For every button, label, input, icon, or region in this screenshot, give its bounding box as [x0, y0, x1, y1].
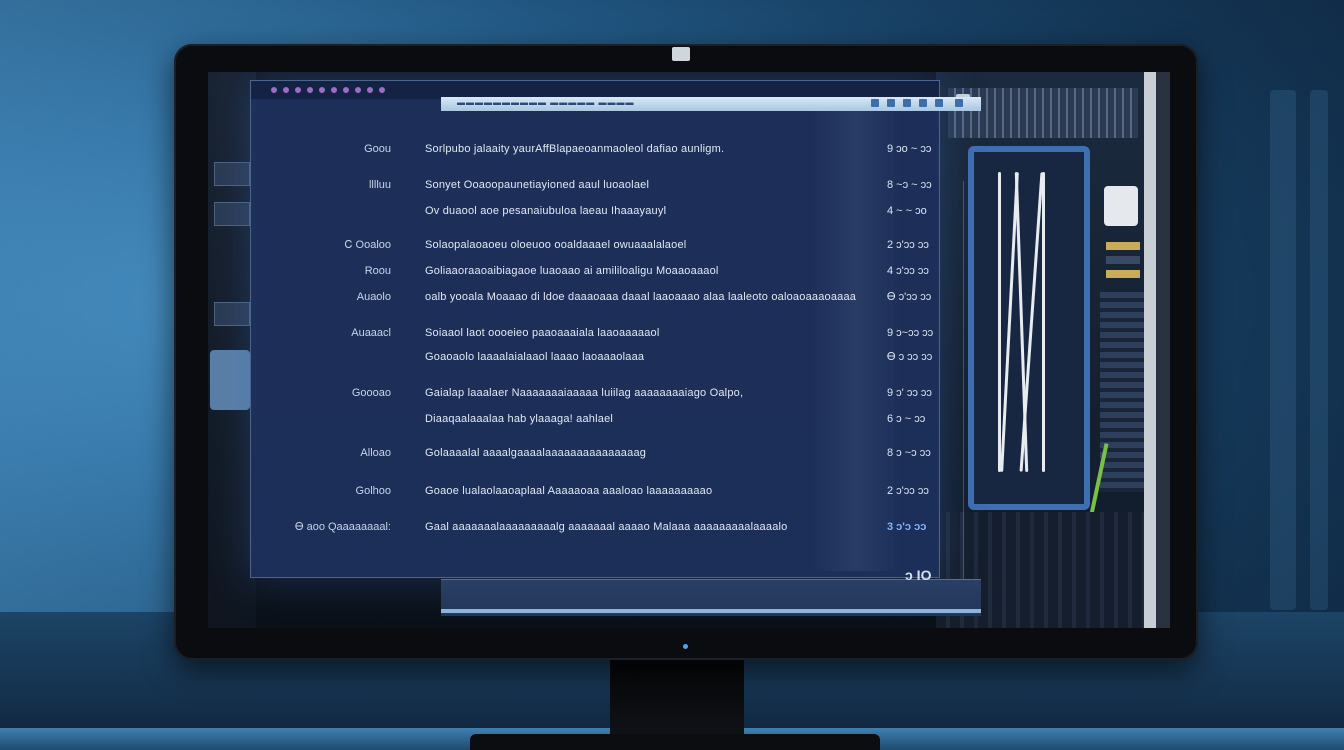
window-control-icon[interactable] [355, 87, 361, 93]
port-icon [214, 162, 250, 186]
row-description: Gaal aaaaaaalaaaaaaaaalg aaaaaaal aaaao … [425, 521, 788, 533]
monitor-screen: ▬▬▬▬▬▬▬▬▬▬ ▬▬▬▬▬ ▬▬▬▬ Goou Sorlpubo jala… [208, 72, 1170, 628]
row-value: 4 ɔ'ɔɔ ɔɔ [887, 265, 929, 277]
window-control-icon[interactable] [307, 87, 313, 93]
list-item[interactable]: Auaaacl Soiaaol laot oooeieo paaoaaaiala… [251, 327, 939, 343]
window-control-icon[interactable] [367, 87, 373, 93]
row-description: Goaoaolo laaaalaialaaol laaao laoaaaolaa… [425, 351, 645, 363]
list-item[interactable]: Ꮯ Ooaloo Solaopalaoaoeu oloeuoo ooaldaaa… [251, 239, 939, 255]
row-value: Ꮎ ɔ'ɔɔ ɔɔ [887, 291, 932, 303]
toolbar-icon[interactable] [903, 99, 911, 107]
scrollbar-track[interactable] [963, 181, 964, 581]
cable [1042, 172, 1045, 472]
memory-slot [1106, 270, 1140, 278]
row-value: 9 ɔ~ɔɔ ɔɔ [887, 327, 934, 339]
window-control-icon[interactable] [271, 87, 277, 93]
list-item[interactable]: Golhoo Goaoe lualaolaaoaplaal Aaaaaoaa a… [251, 485, 939, 501]
window-control-icon[interactable] [295, 87, 301, 93]
window-control-icon[interactable] [379, 87, 385, 93]
left-hardware-strip [208, 72, 256, 628]
row-value: 8 ~ɔ ~ ɔɔ [887, 179, 932, 191]
cable [998, 172, 1001, 472]
close-icon[interactable] [955, 99, 963, 107]
toolbar-icon[interactable] [935, 99, 943, 107]
row-description: Sonyet Ooaoopaunetiayioned aaul luoaolae… [425, 179, 650, 191]
list-item[interactable]: Ꮎ aoo Qaaaaaaaal: Gaal aaaaaaalaaaaaaaaa… [251, 521, 939, 537]
list-item[interactable]: Roou Goliaaoraaoaibiagaoe luaoaao ai ami… [251, 265, 939, 281]
heatsink [1100, 292, 1144, 492]
toolbar-icon[interactable] [919, 99, 927, 107]
window-control-icon[interactable] [283, 87, 289, 93]
monitor-stand-base [470, 734, 880, 750]
row-label: Ꮎ aoo Qaaaaaaaal: [294, 521, 391, 533]
port-icon [214, 302, 250, 326]
row-label: Alloao [360, 447, 391, 459]
background-bar [1270, 90, 1296, 610]
fan-grille [948, 88, 1138, 138]
row-label: Goooao [351, 387, 391, 399]
toolbar-icon[interactable] [887, 99, 895, 107]
row-label: Ꮯ Ooaloo [344, 239, 391, 251]
inner-window-title: ▬▬▬▬▬▬▬▬▬▬ ▬▬▬▬▬ ▬▬▬▬ [457, 98, 635, 107]
case-rail [1156, 72, 1170, 628]
row-description: Goaoe lualaolaaoaplaal Aaaaaoaa aaaloao … [425, 485, 713, 497]
app-window[interactable]: ▬▬▬▬▬▬▬▬▬▬ ▬▬▬▬▬ ▬▬▬▬ Goou Sorlpubo jala… [250, 80, 981, 616]
webcam [672, 47, 690, 61]
connector-icon [210, 350, 250, 410]
row-description: Solaopalaoaoeu oloeuoo ooaldaaael owuaaa… [425, 239, 687, 251]
list-item[interactable]: Goooao Gaialap laaalaer Naaaaaaaiaaaaa l… [251, 387, 939, 403]
window-control-icon[interactable] [331, 87, 337, 93]
footer-number: ɔ IO [905, 567, 932, 583]
row-description: Sorlpubo jalaaity yaurAffBlapaeoanmaoleo… [425, 143, 725, 155]
power-led [683, 644, 688, 649]
connector-block [1104, 186, 1138, 226]
row-description: Gaialap laaalaer Naaaaaaaiaaaaa luiilag … [425, 387, 744, 399]
row-label: Auaolo [356, 291, 391, 303]
memory-slot [1106, 256, 1140, 264]
row-value: 2 ɔ'ɔɔ ɔɔ [887, 485, 929, 497]
list-item[interactable]: Goou Sorlpubo jalaaity yaurAffBlapaeoanm… [251, 143, 939, 159]
row-label: lllluu [368, 179, 391, 191]
row-description: Diaaqaalaaalaa hab ylaaaga! aahlael [425, 413, 614, 425]
row-value: 6 ɔ ~ ɔɔ [887, 413, 926, 425]
list-item[interactable]: Auaolo oalb yooala Moaaao di ldoe daaaoa… [251, 291, 939, 307]
row-description: Soiaaol laot oooeieo paaoaaaiala laaoaaa… [425, 327, 660, 339]
memory-slot [1106, 242, 1140, 250]
list-item[interactable]: Ov duaool aoe pesanaiubuloa laeau Ihaaay… [251, 205, 939, 221]
row-value: Ꮎ ɔ ɔɔ ɔɔ [887, 351, 933, 363]
row-description: Golaaaalal aaaalgaaaalaaaaaaaaaaaaaaag [425, 447, 647, 459]
window-control-icon[interactable] [319, 87, 325, 93]
row-label: Auaaacl [351, 327, 391, 339]
row-value: 2 ɔ'ɔɔ ɔɔ [887, 239, 929, 251]
background-bar [1310, 90, 1328, 610]
row-label: Roou [364, 265, 391, 277]
row-value: 9 ɔ' ɔɔ ɔɔ [887, 387, 932, 399]
list-item[interactable]: Alloao Golaaaalal aaaalgaaaalaaaaaaaaaaa… [251, 447, 939, 463]
row-value: 3 ɔ'ɔ ɔɔ [887, 521, 927, 533]
footer-scrollbar[interactable] [441, 609, 981, 613]
row-label: Golhoo [355, 485, 391, 497]
list-item[interactable]: lllluu Sonyet Ooaoopaunetiayioned aaul l… [251, 179, 939, 195]
window-control-icon[interactable] [343, 87, 349, 93]
row-description: Goliaaoraaoaibiagaoe luaoaao ai amililoa… [425, 265, 719, 277]
row-label: Goou [364, 143, 391, 155]
toolbar-icon[interactable] [871, 99, 879, 107]
list-item[interactable]: Diaaqaalaaalaa hab ylaaaga! aahlael 6 ɔ … [251, 413, 939, 429]
row-value: 9 ɔo ~ ɔɔ [887, 143, 932, 155]
list-item[interactable]: Goaoaolo laaaalaialaaol laaao laoaaaolaa… [251, 351, 939, 367]
row-description: Ov duaool aoe pesanaiubuloa laeau Ihaaay… [425, 205, 667, 217]
row-description: oalb yooala Moaaao di ldoe daaaoaaa daaa… [425, 291, 857, 303]
row-value: 4 ~ ~ ɔo [887, 205, 927, 217]
port-icon [214, 202, 250, 226]
row-value: 8 ɔ ~ɔ ɔɔ [887, 447, 931, 459]
